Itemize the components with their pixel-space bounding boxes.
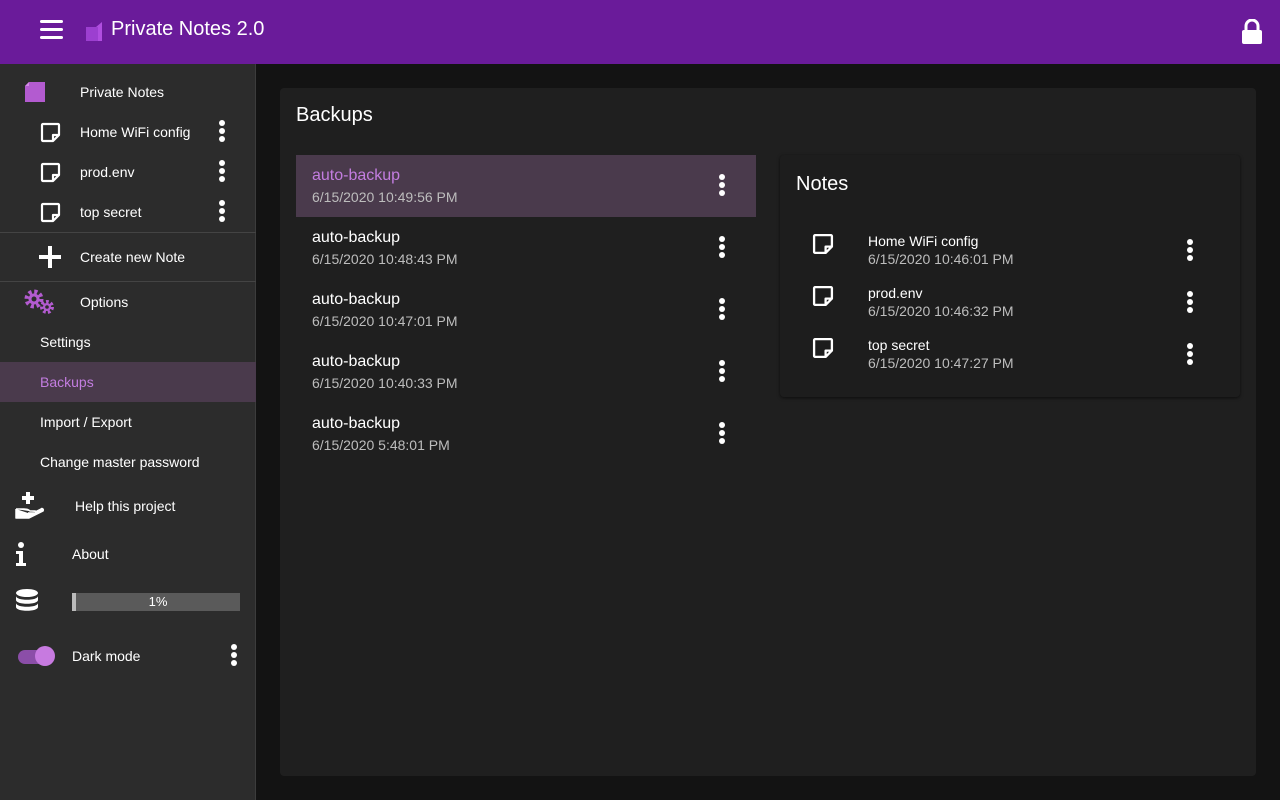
note-icon <box>812 233 834 255</box>
backup-name: auto-backup <box>312 353 401 370</box>
plus-icon <box>39 246 61 268</box>
app-title: Private Notes 2.0 <box>111 18 265 40</box>
backup-note-item[interactable]: top secret 6/15/2020 10:47:27 PM <box>780 327 1240 379</box>
backups-label: Backups <box>40 374 94 390</box>
sidebar-note-item[interactable]: Home WiFi config <box>0 112 256 152</box>
sidebar-item-backups[interactable]: Backups <box>0 362 256 402</box>
sidebar-item-help[interactable]: Help this project <box>0 486 256 526</box>
backup-name: auto-backup <box>312 167 401 184</box>
note-name: Home WiFi config <box>868 233 979 249</box>
backup-item[interactable]: auto-backup 6/15/2020 10:47:01 PM <box>296 279 756 341</box>
sidebar-item-change-password[interactable]: Change master password <box>0 442 256 482</box>
sidebar-note-label: prod.env <box>80 164 135 180</box>
about-label: About <box>72 546 109 562</box>
dark-mode-row: Dark mode <box>0 636 256 676</box>
note-icon <box>40 122 61 143</box>
backup-item[interactable]: auto-backup 6/15/2020 10:49:56 PM <box>296 155 756 217</box>
backup-date: 6/15/2020 10:47:01 PM <box>312 313 458 329</box>
app-bar: Private Notes 2.0 <box>0 0 1280 64</box>
backup-name: auto-backup <box>312 291 401 308</box>
divider <box>0 232 256 233</box>
sidebar-note-item[interactable]: prod.env <box>0 152 256 192</box>
note-icon <box>812 337 834 359</box>
more-options-icon[interactable] <box>217 160 227 184</box>
backup-date: 6/15/2020 10:40:33 PM <box>312 375 458 391</box>
more-options-icon[interactable] <box>217 200 227 224</box>
page-title: Backups <box>296 104 373 126</box>
sidebar-item-options[interactable]: Options <box>0 282 256 322</box>
database-icon <box>16 589 38 611</box>
sidebar-item-import-export[interactable]: Import / Export <box>0 402 256 442</box>
sidebar-item-label: Private Notes <box>80 84 165 100</box>
backup-item[interactable]: auto-backup 6/15/2020 10:48:43 PM <box>296 217 756 279</box>
sidebar-note-item[interactable]: top secret <box>0 192 256 232</box>
backup-item[interactable]: auto-backup 6/15/2020 10:40:33 PM <box>296 341 756 403</box>
notes-stack-icon <box>25 82 45 102</box>
note-date: 6/15/2020 10:46:01 PM <box>868 251 1014 267</box>
more-options-icon[interactable] <box>1185 239 1195 263</box>
dark-mode-label: Dark mode <box>72 648 141 664</box>
backup-date: 6/15/2020 10:48:43 PM <box>312 251 458 267</box>
help-label: Help this project <box>75 498 176 514</box>
options-label: Options <box>80 294 129 310</box>
change-password-label: Change master password <box>40 454 200 470</box>
backup-note-item[interactable]: Home WiFi config 6/15/2020 10:46:01 PM <box>780 223 1240 275</box>
sidebar-note-label: Home WiFi config <box>80 124 191 140</box>
notes-panel-title: Notes <box>796 173 849 195</box>
more-options-icon[interactable] <box>229 644 239 668</box>
note-date: 6/15/2020 10:46:32 PM <box>868 303 1014 319</box>
backup-item[interactable]: auto-backup 6/15/2020 5:48:01 PM <box>296 403 756 465</box>
info-icon <box>16 542 26 566</box>
note-date: 6/15/2020 10:47:27 PM <box>868 355 1014 371</box>
note-icon <box>40 202 61 223</box>
backups-card: Backups auto-backup 6/15/2020 10:49:56 P… <box>280 88 1256 776</box>
sidebar: Private Notes Home WiFi config prod.env … <box>0 64 256 800</box>
more-options-icon[interactable] <box>717 298 727 322</box>
more-options-icon[interactable] <box>1185 343 1195 367</box>
sidebar-item-private-notes[interactable]: Private Notes <box>0 72 256 112</box>
storage-progress-text: 1% <box>148 594 168 609</box>
more-options-icon[interactable] <box>717 174 727 198</box>
more-options-icon[interactable] <box>217 120 227 144</box>
backup-date: 6/15/2020 5:48:01 PM <box>312 437 450 453</box>
hand-heart-icon <box>15 492 44 519</box>
lock-icon[interactable] <box>1240 19 1264 45</box>
note-icon <box>40 162 61 183</box>
sidebar-note-label: top secret <box>80 204 142 220</box>
backup-name: auto-backup <box>312 229 401 246</box>
settings-label: Settings <box>40 334 91 350</box>
storage-progress-bar: 1% <box>72 593 240 611</box>
backup-note-item[interactable]: prod.env 6/15/2020 10:46:32 PM <box>780 275 1240 327</box>
create-note-button[interactable]: Create new Note <box>0 234 256 280</box>
more-options-icon[interactable] <box>717 360 727 384</box>
backup-name: auto-backup <box>312 415 401 432</box>
sidebar-item-about[interactable]: About <box>0 534 256 574</box>
sidebar-item-settings[interactable]: Settings <box>0 322 256 362</box>
more-options-icon[interactable] <box>717 422 727 446</box>
more-options-icon[interactable] <box>717 236 727 260</box>
menu-icon[interactable] <box>40 20 64 44</box>
note-icon <box>812 285 834 307</box>
gears-icon <box>24 289 54 314</box>
import-export-label: Import / Export <box>40 414 132 430</box>
backup-date: 6/15/2020 10:49:56 PM <box>312 189 458 205</box>
note-name: top secret <box>868 337 930 353</box>
note-name: prod.env <box>868 285 923 301</box>
backup-notes-panel: Notes Home WiFi config 6/15/2020 10:46:0… <box>780 155 1240 397</box>
create-note-label: Create new Note <box>80 249 186 265</box>
more-options-icon[interactable] <box>1185 291 1195 315</box>
app-logo-icon <box>86 22 102 41</box>
